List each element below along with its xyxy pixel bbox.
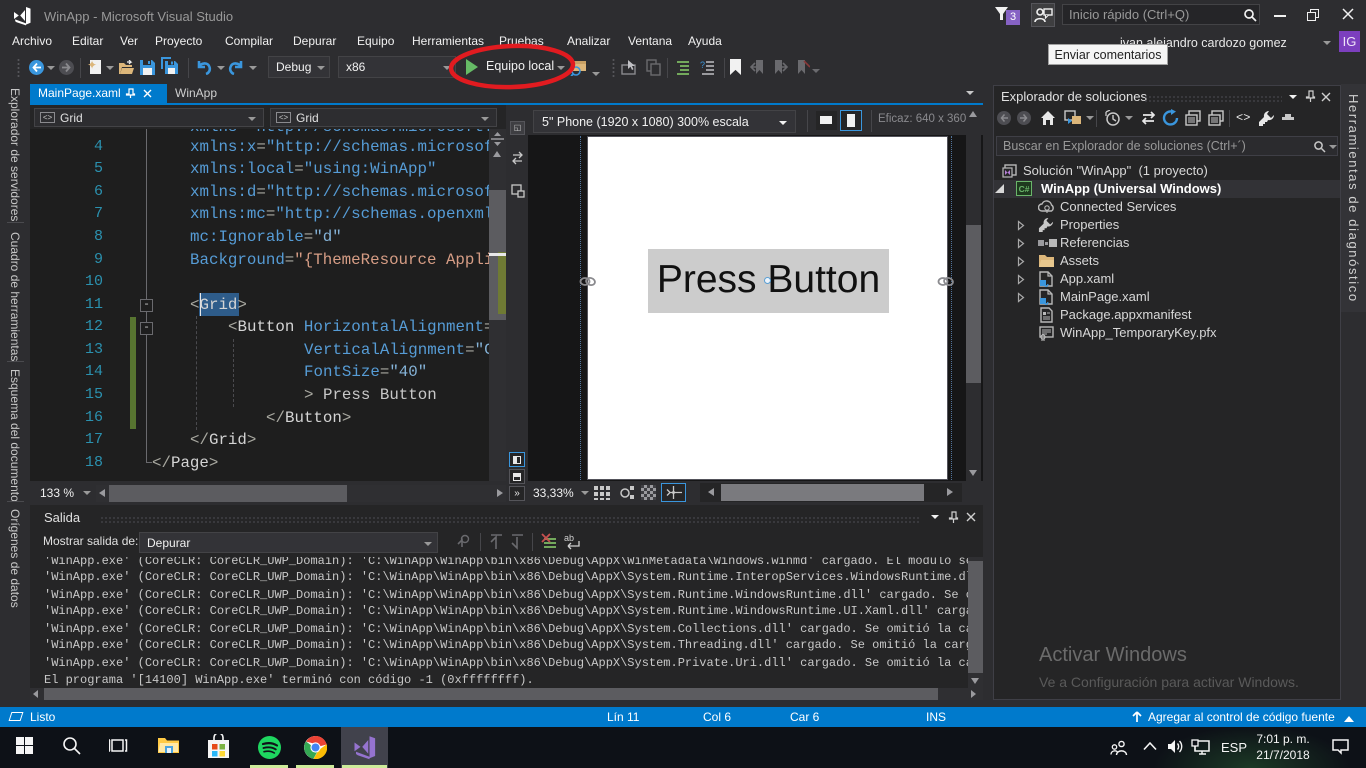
svg-text:ab: ab xyxy=(564,533,574,543)
svg-text:?: ? xyxy=(700,60,705,70)
